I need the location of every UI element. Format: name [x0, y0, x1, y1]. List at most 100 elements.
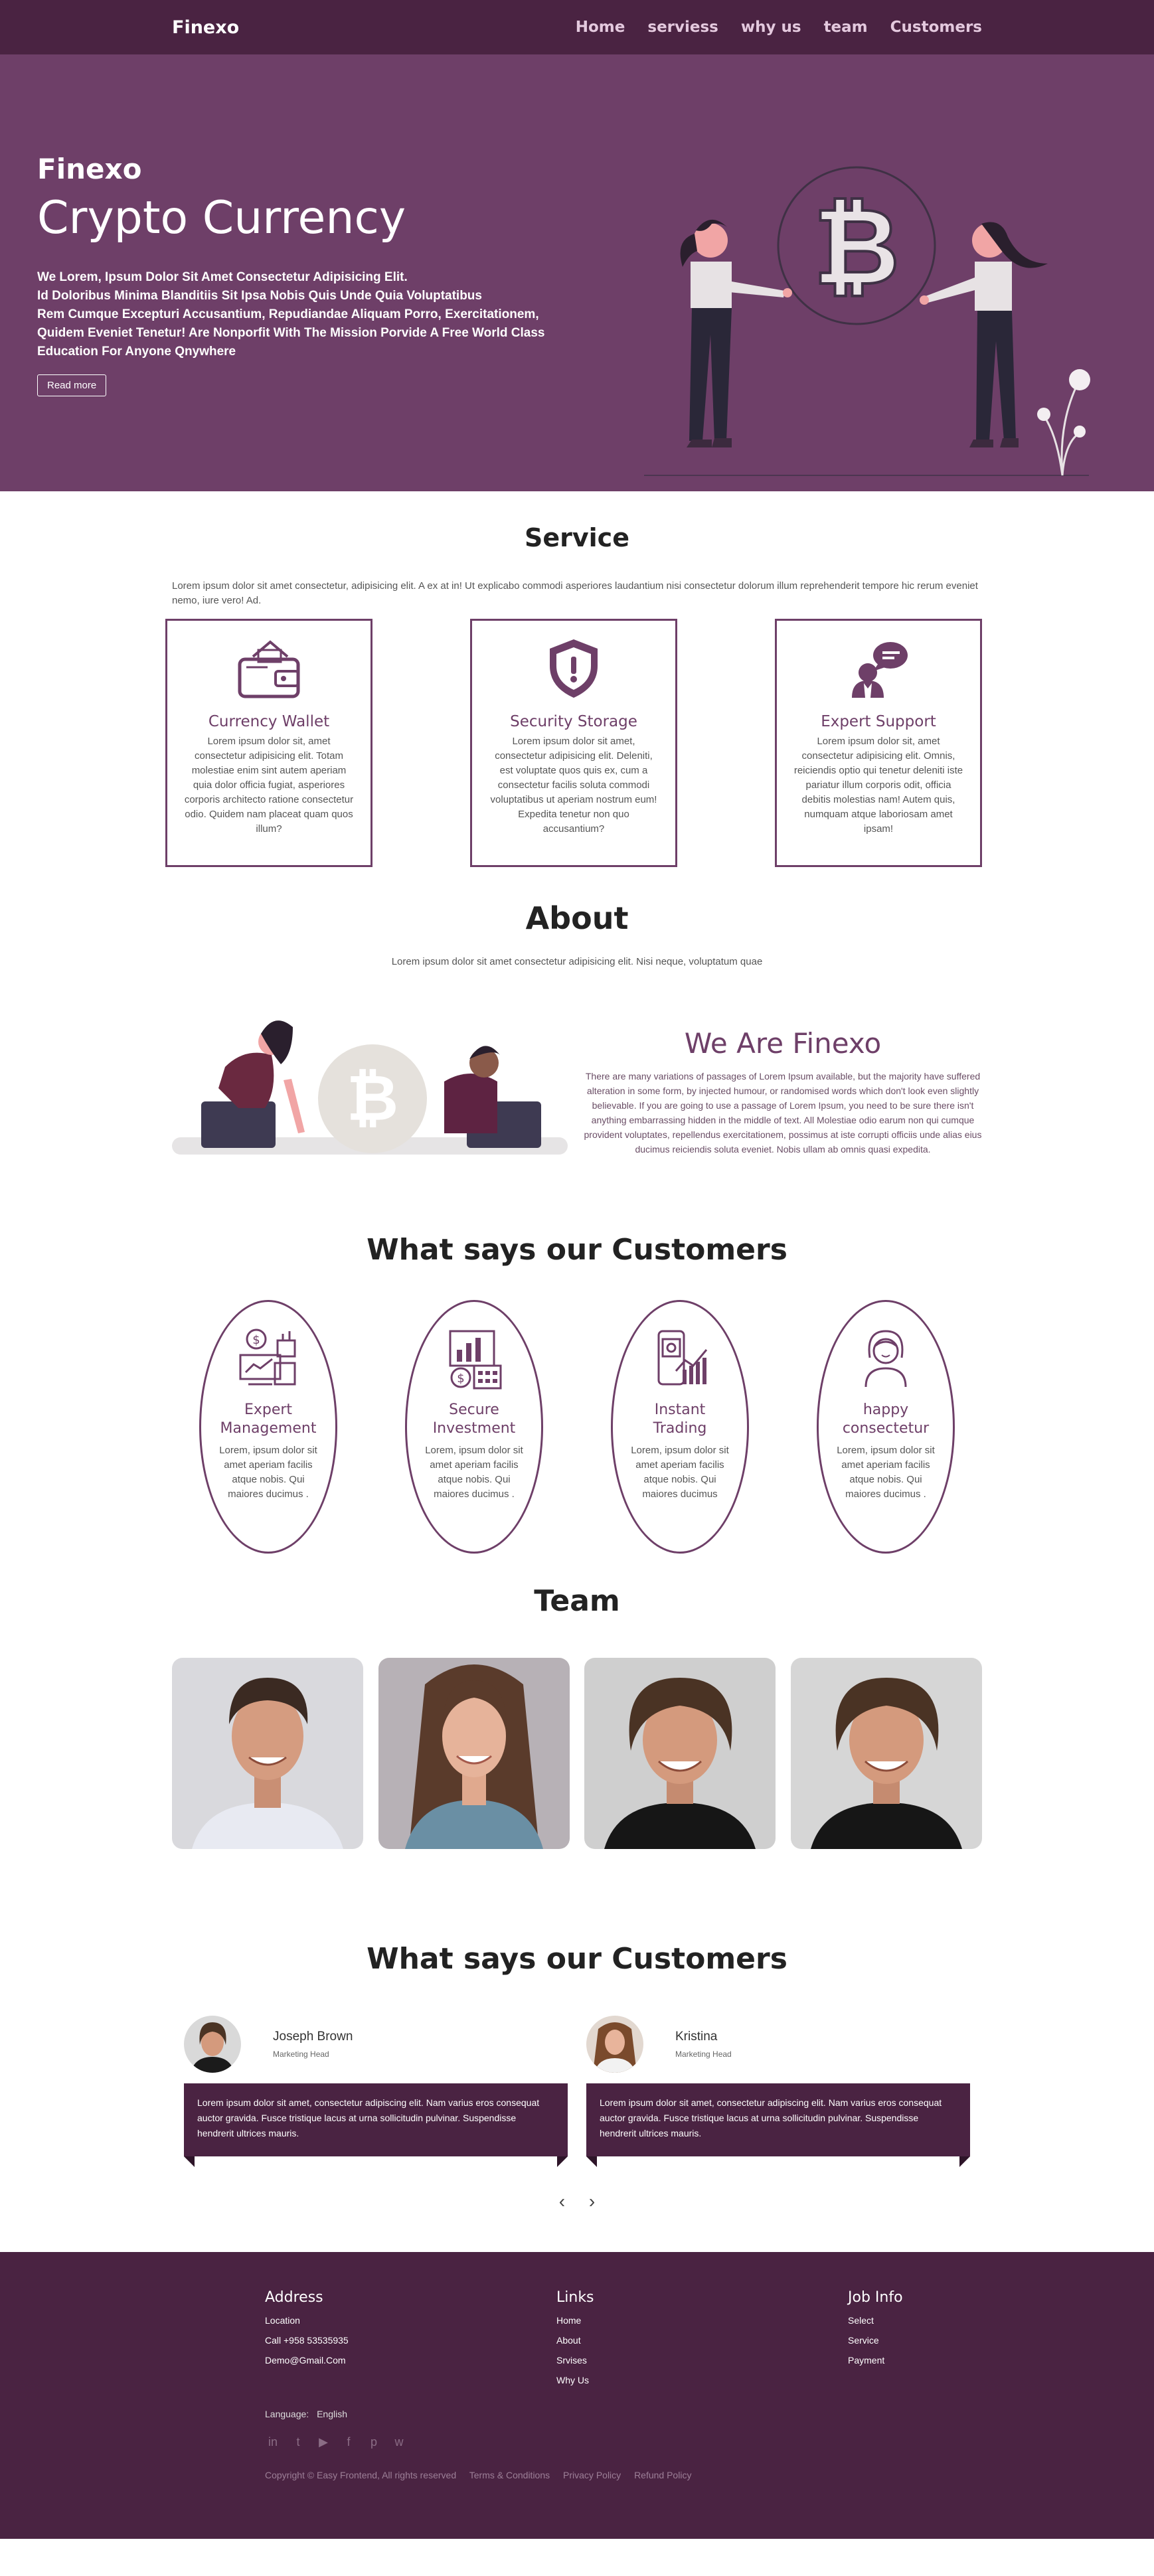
service-section: Service Lorem ipsum dolor sit amet conse…	[0, 491, 1154, 867]
customers-title: What says our Customers	[367, 1233, 787, 1267]
chevron-right-icon[interactable]: ›	[589, 2191, 595, 2212]
customers-section: What says our Customers $ Expert Managem…	[0, 1160, 1154, 1554]
nav-item-team[interactable]: team	[824, 19, 868, 36]
feature-oval-happy[interactable]: happy consectetur Lorem, ipsum dolor sit…	[817, 1300, 955, 1554]
team-member-photo[interactable]	[790, 1658, 982, 1849]
read-more-button[interactable]: Read more	[37, 374, 107, 396]
avatar	[586, 2016, 643, 2073]
service-card-text: Lorem ipsum dolor sit, amet consectetur …	[184, 736, 354, 835]
trading-icon	[657, 1330, 708, 1386]
footer-link-payment[interactable]: Payment	[848, 2355, 903, 2366]
twitter-icon[interactable]: t	[290, 2435, 306, 2451]
crypto-illustration: ₿	[644, 166, 1090, 476]
service-card-security[interactable]: Security Storage Lorem ipsum dolor sit a…	[470, 619, 677, 867]
terms-link[interactable]: Terms & Conditions	[469, 2470, 550, 2480]
team-grid	[172, 1658, 982, 1849]
team-member-portrait	[584, 1658, 776, 1849]
nav-item-home[interactable]: Home	[576, 19, 625, 36]
avatar	[184, 2016, 241, 2073]
feature-oval-management[interactable]: $ Expert Management Lorem, ipsum dolor s…	[199, 1300, 337, 1554]
facebook-icon[interactable]: f	[341, 2435, 357, 2451]
youtube-icon[interactable]: ▶	[315, 2435, 331, 2451]
footer-link-home[interactable]: Home	[556, 2315, 594, 2326]
refund-link[interactable]: Refund Policy	[634, 2470, 691, 2480]
hero-section: Finexo Crypto Currency We Lorem, Ipsum D…	[0, 54, 1154, 491]
about-copy: We Are Finexo There are many variations …	[584, 1007, 982, 1157]
shield-icon	[550, 639, 598, 698]
pinterest-icon[interactable]: p	[366, 2435, 382, 2451]
team-member-portrait	[790, 1658, 982, 1849]
footer-phone-link[interactable]: Call +958 53535935	[265, 2335, 349, 2346]
testimonials-carousel: Joseph Brown Marketing Head Lorem ipsum …	[172, 2016, 982, 2167]
team-member-photo[interactable]	[584, 1658, 776, 1849]
author-name: Kristina	[675, 2030, 718, 2044]
avatar-image	[184, 2016, 241, 2073]
feature-oval-trading[interactable]: Instant Trading Lorem, ipsum dolor sit a…	[611, 1300, 749, 1554]
navbar: Finexo Home serviess why us team Custome…	[0, 0, 1154, 54]
about-heading: We Are Finexo	[684, 1027, 882, 1060]
service-card-title: Security Storage	[510, 713, 637, 730]
service-card-wallet[interactable]: Currency Wallet Lorem ipsum dolor sit, a…	[165, 619, 372, 867]
language-selector[interactable]: Language: English	[265, 2409, 347, 2419]
service-card-title: Expert Support	[821, 713, 936, 730]
service-cards: Currency Wallet Lorem ipsum dolor sit, a…	[165, 619, 982, 867]
svg-text:$: $	[457, 1372, 464, 1386]
footer-copyright: Copyright © Easy Frontend, All rights re…	[265, 2470, 702, 2480]
footer-address-title: Address	[265, 2289, 323, 2306]
team-member-portrait	[172, 1658, 363, 1849]
team-member-photo[interactable]	[172, 1658, 363, 1849]
nav-menu: Home serviess why us team Customers	[576, 19, 982, 36]
footer-link-services[interactable]: Srvises	[556, 2355, 594, 2366]
chevron-left-icon[interactable]: ‹	[559, 2191, 565, 2212]
testimonial-header: Joseph Brown Marketing Head	[184, 2016, 568, 2073]
nav-item-customers[interactable]: Customers	[890, 19, 982, 36]
nav-item-services[interactable]: serviess	[647, 19, 718, 36]
service-title: Service	[525, 523, 629, 552]
social-links: in t ▶ f p w	[265, 2435, 407, 2451]
testimonials-title: What says our Customers	[367, 1942, 787, 1976]
carousel-controls: ‹ ›	[0, 2191, 1154, 2212]
footer-job-title: Job Info	[848, 2289, 903, 2306]
footer-link-select[interactable]: Select	[848, 2315, 903, 2326]
footer-link-why-us[interactable]: Why Us	[556, 2375, 594, 2385]
language-value[interactable]: English	[317, 2409, 347, 2419]
testimonial-author: Joseph Brown Marketing Head	[273, 2030, 353, 2059]
privacy-link[interactable]: Privacy Policy	[563, 2470, 621, 2480]
nav-item-why-us[interactable]: why us	[741, 19, 801, 36]
feature-title: Secure Investment	[432, 1402, 516, 1437]
service-intro: Lorem ipsum dolor sit amet consectetur, …	[172, 580, 978, 606]
hero-subtitle: Finexo	[37, 153, 142, 185]
management-icon: $	[239, 1328, 296, 1386]
author-role: Marketing Head	[675, 2050, 732, 2059]
testimonial-author: Kristina Marketing Head	[675, 2030, 732, 2059]
footer-email-link[interactable]: Demo@Gmail.Com	[265, 2355, 349, 2366]
team-member-photo[interactable]	[378, 1658, 570, 1849]
about-text: There are many variations of passages of…	[584, 1071, 982, 1155]
footer-job-info: Job Info Select Service Payment	[848, 2289, 903, 2366]
footer-link-service[interactable]: Service	[848, 2335, 903, 2346]
hero-text: We Lorem, Ipsum Dolor Sit Amet Consectet…	[37, 270, 545, 359]
service-card-support[interactable]: Expert Support Lorem ipsum dolor sit, am…	[775, 619, 982, 867]
footer-link-about[interactable]: About	[556, 2335, 594, 2346]
brand-logo[interactable]: Finexo	[172, 17, 239, 38]
feature-title: happy consectetur	[842, 1402, 930, 1437]
about-title: About	[525, 900, 629, 936]
happy-user-icon	[865, 1330, 907, 1388]
bitcoin-icon: ₿	[813, 185, 900, 309]
footer-location-link[interactable]: Location	[265, 2315, 349, 2326]
copyright-text: Copyright © Easy Frontend, All rights re…	[265, 2470, 457, 2480]
feature-oval-investment[interactable]: $ Secure Investment Lorem, ipsum dolor s…	[405, 1300, 543, 1554]
footer-columns: Address Location Call +958 53535935 Demo…	[172, 2252, 982, 2480]
linkedin-icon[interactable]: in	[265, 2435, 281, 2451]
testimonial-quote: Lorem ipsum dolor sit amet, consectetur …	[184, 2083, 568, 2167]
author-name: Joseph Brown	[273, 2030, 353, 2044]
avatar-image	[586, 2016, 643, 2073]
footer: Address Location Call +958 53535935 Demo…	[0, 2252, 1154, 2539]
service-card-title: Currency Wallet	[208, 713, 330, 730]
hero-title: Crypto Currency	[37, 192, 406, 244]
about-intro: Lorem ipsum dolor sit amet consectetur a…	[391, 956, 763, 967]
service-card-text: Lorem ipsum dolor sit, amet consectetur …	[793, 736, 963, 835]
feature-text: Lorem, ipsum dolor sit amet aperiam faci…	[219, 1445, 317, 1500]
wordpress-icon[interactable]: w	[391, 2435, 407, 2451]
bitcoin-icon: ₿	[347, 1061, 398, 1135]
